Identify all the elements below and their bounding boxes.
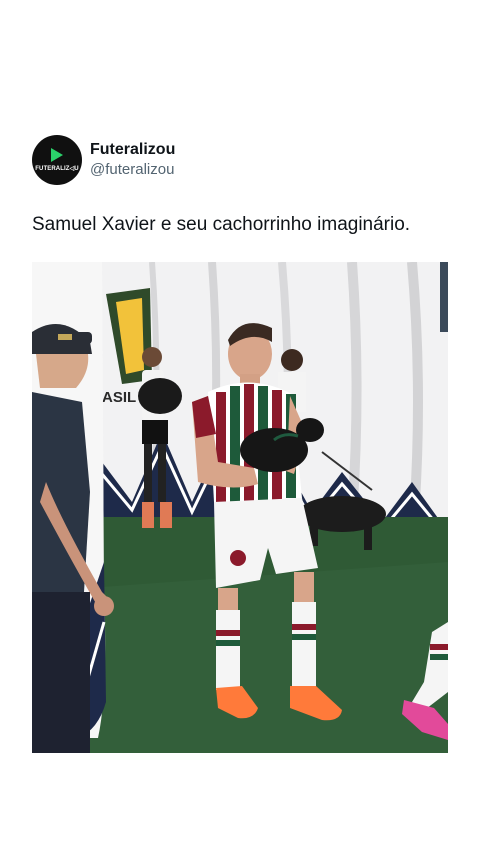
author-display-name[interactable]: Futeralizou	[90, 140, 175, 160]
avatar[interactable]: FUTERALIZ◁U	[32, 135, 82, 185]
tweet-text: Samuel Xavier e seu cachorrinho imaginár…	[32, 214, 411, 235]
tweet-media-video[interactable]: ASIL	[32, 262, 448, 753]
avatar-logo-text: FUTERALIZ◁U	[35, 166, 79, 172]
author-names: Futeralizou @futeralizou	[90, 140, 175, 180]
video-frame: ASIL	[32, 262, 448, 753]
banner-text: ASIL	[102, 389, 136, 406]
tweet-header: FUTERALIZ◁U Futeralizou @futeralizou	[32, 135, 175, 185]
author-handle[interactable]: @futeralizou	[90, 160, 175, 180]
play-triangle-icon	[51, 148, 63, 162]
